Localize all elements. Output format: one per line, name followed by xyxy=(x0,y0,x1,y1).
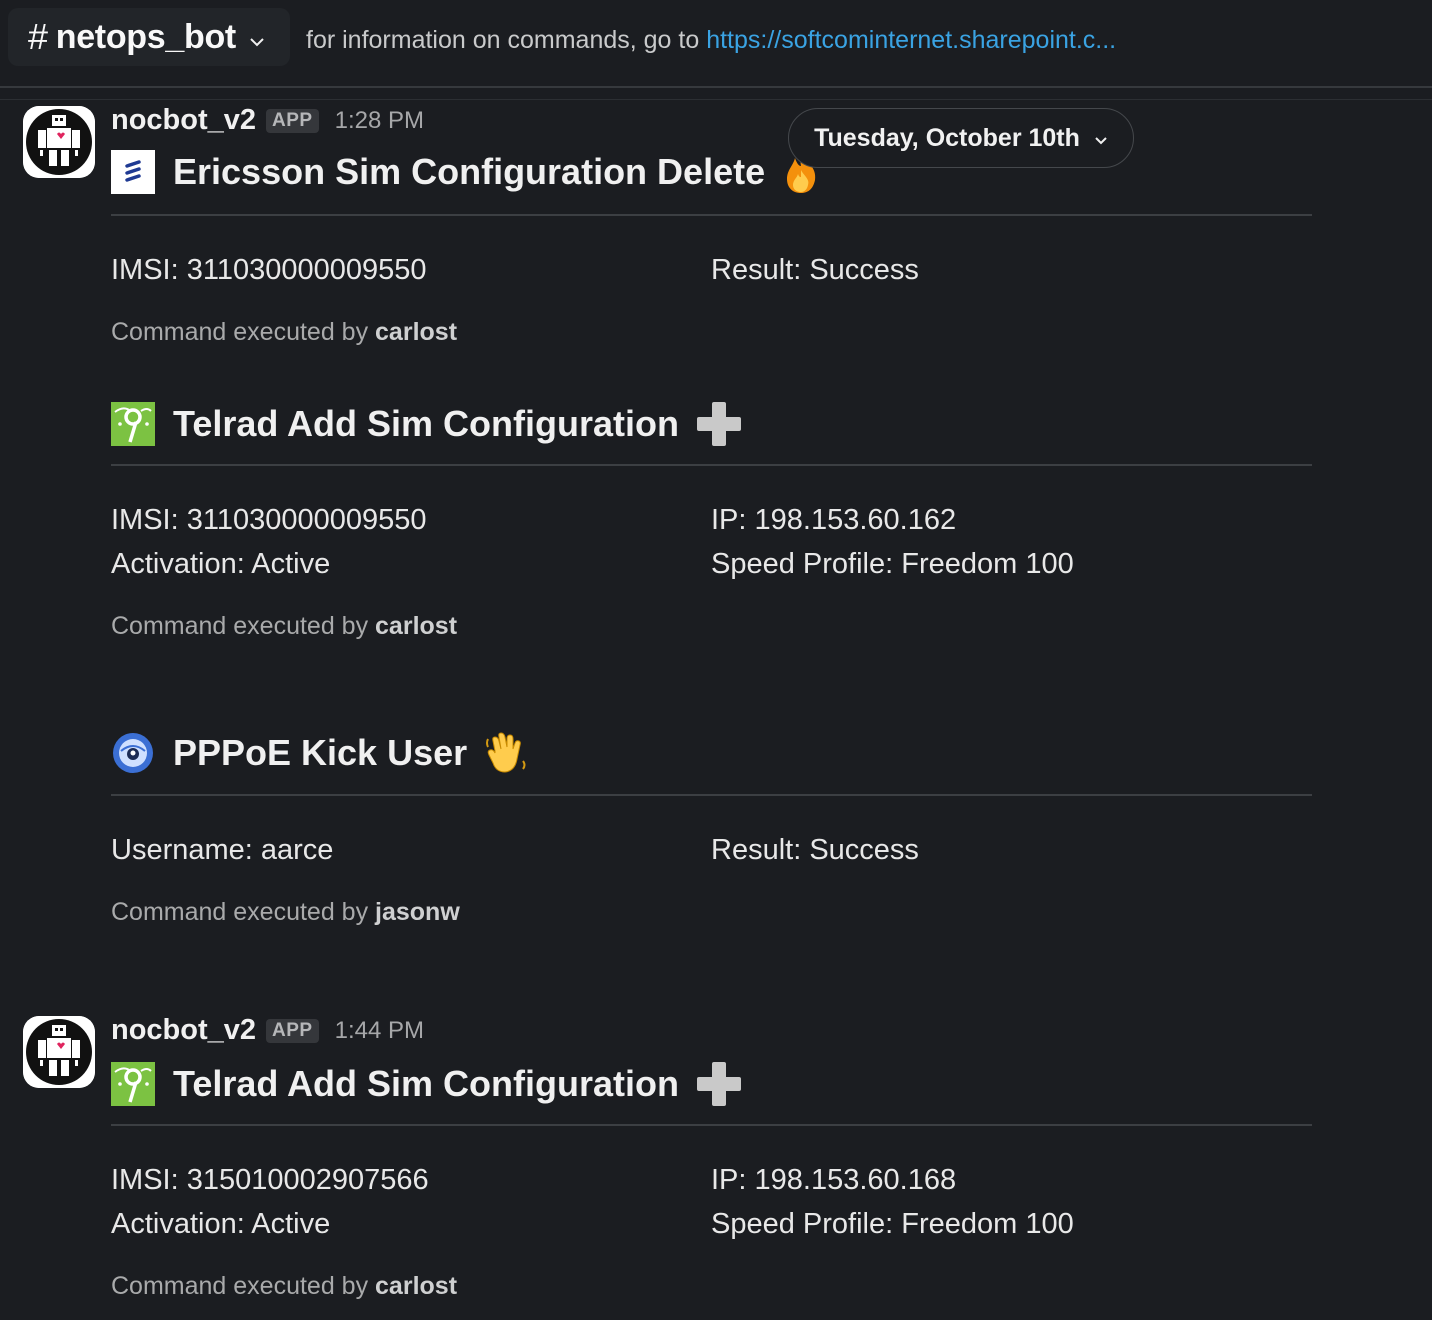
plus-icon xyxy=(697,1062,741,1106)
message-timestamp[interactable]: 1:44 PM xyxy=(335,1017,424,1045)
field-result: Result: Success xyxy=(711,254,919,286)
executed-by-text: Command executed by carlost xyxy=(111,612,457,641)
field-imsi: IMSI: 311030000009550 xyxy=(111,504,427,536)
card-title-text: Telrad Add Sim Configuration xyxy=(173,403,679,444)
card-title: Telrad Add Sim Configuration xyxy=(111,402,741,446)
field-activation: Activation: Active xyxy=(111,1208,331,1240)
waving-hand-icon xyxy=(485,731,527,775)
telrad-logo-icon xyxy=(111,402,155,446)
field-speed-profile: Speed Profile: Freedom 100 xyxy=(711,548,1074,580)
executed-by-user: carlost xyxy=(375,318,458,346)
plus-icon xyxy=(697,402,741,446)
topic-text: for information on commands, go to xyxy=(306,26,707,54)
executed-by-text: Command executed by carlost xyxy=(111,318,457,347)
sender-name[interactable]: nocbot_v2 xyxy=(111,104,256,137)
app-badge: APP xyxy=(266,1018,319,1043)
card-title: PPPoE Kick User xyxy=(111,731,527,775)
channel-topic: for information on commands, go to https… xyxy=(306,26,1116,55)
bot-avatar[interactable] xyxy=(23,106,95,178)
field-username: Username: aarce xyxy=(111,834,334,866)
executed-by-user: carlost xyxy=(375,612,458,640)
card-title: Ericsson Sim Configuration Delete xyxy=(111,150,819,194)
chevron-down-icon xyxy=(1094,124,1108,153)
pppoe-globe-icon xyxy=(113,733,153,773)
field-ip: IP: 198.153.60.168 xyxy=(711,1164,957,1196)
sender-name[interactable]: nocbot_v2 xyxy=(111,1014,256,1047)
bot-avatar[interactable] xyxy=(23,1016,95,1088)
telrad-logo-icon xyxy=(111,1062,155,1106)
executed-by-user: carlost xyxy=(375,1272,458,1300)
channel-name-button[interactable]: # netops_bot xyxy=(8,8,290,66)
message-timestamp[interactable]: 1:28 PM xyxy=(335,107,424,135)
executed-by-text: Command executed by carlost xyxy=(111,1272,457,1301)
header-divider-lower xyxy=(0,99,1432,100)
field-speed-profile: Speed Profile: Freedom 100 xyxy=(711,1208,1074,1240)
executed-by-user: jasonw xyxy=(375,898,460,926)
chevron-down-icon xyxy=(248,18,266,57)
card-title-text: PPPoE Kick User xyxy=(173,732,468,773)
robot-icon xyxy=(23,106,95,178)
topic-link[interactable]: https://softcominternet.sharepoint.c... xyxy=(706,26,1116,54)
field-imsi: IMSI: 311030000009550 xyxy=(111,254,427,286)
card-divider xyxy=(111,464,1312,466)
card-title-text: Telrad Add Sim Configuration xyxy=(173,1063,679,1104)
message-header: nocbot_v2 APP 1:44 PM xyxy=(111,1014,424,1047)
robot-icon xyxy=(23,1016,95,1088)
executed-by-prefix: Command executed by xyxy=(111,612,376,640)
channel-header: # netops_bot for information on commands… xyxy=(0,0,1432,86)
card-divider xyxy=(111,214,1312,216)
ericsson-logo-icon xyxy=(111,150,155,194)
card-divider xyxy=(111,794,1312,796)
date-label: Tuesday, October 10th xyxy=(814,123,1080,152)
field-imsi: IMSI: 315010002907566 xyxy=(111,1164,429,1196)
field-activation: Activation: Active xyxy=(111,548,331,580)
date-divider-button[interactable]: Tuesday, October 10th xyxy=(788,108,1134,168)
card-title-text: Ericsson Sim Configuration Delete xyxy=(173,151,766,192)
executed-by-prefix: Command executed by xyxy=(111,1272,376,1300)
card-divider xyxy=(111,1124,1312,1126)
field-result: Result: Success xyxy=(711,834,919,866)
hash-icon: # xyxy=(28,16,48,57)
channel-name: netops_bot xyxy=(55,17,237,56)
executed-by-text: Command executed by jasonw xyxy=(111,898,460,927)
executed-by-prefix: Command executed by xyxy=(111,318,376,346)
message-header: nocbot_v2 APP 1:28 PM xyxy=(111,104,424,137)
field-ip: IP: 198.153.60.162 xyxy=(711,504,957,536)
executed-by-prefix: Command executed by xyxy=(111,898,376,926)
app-badge: APP xyxy=(266,108,319,133)
header-divider xyxy=(0,86,1432,88)
card-title: Telrad Add Sim Configuration xyxy=(111,1062,741,1106)
